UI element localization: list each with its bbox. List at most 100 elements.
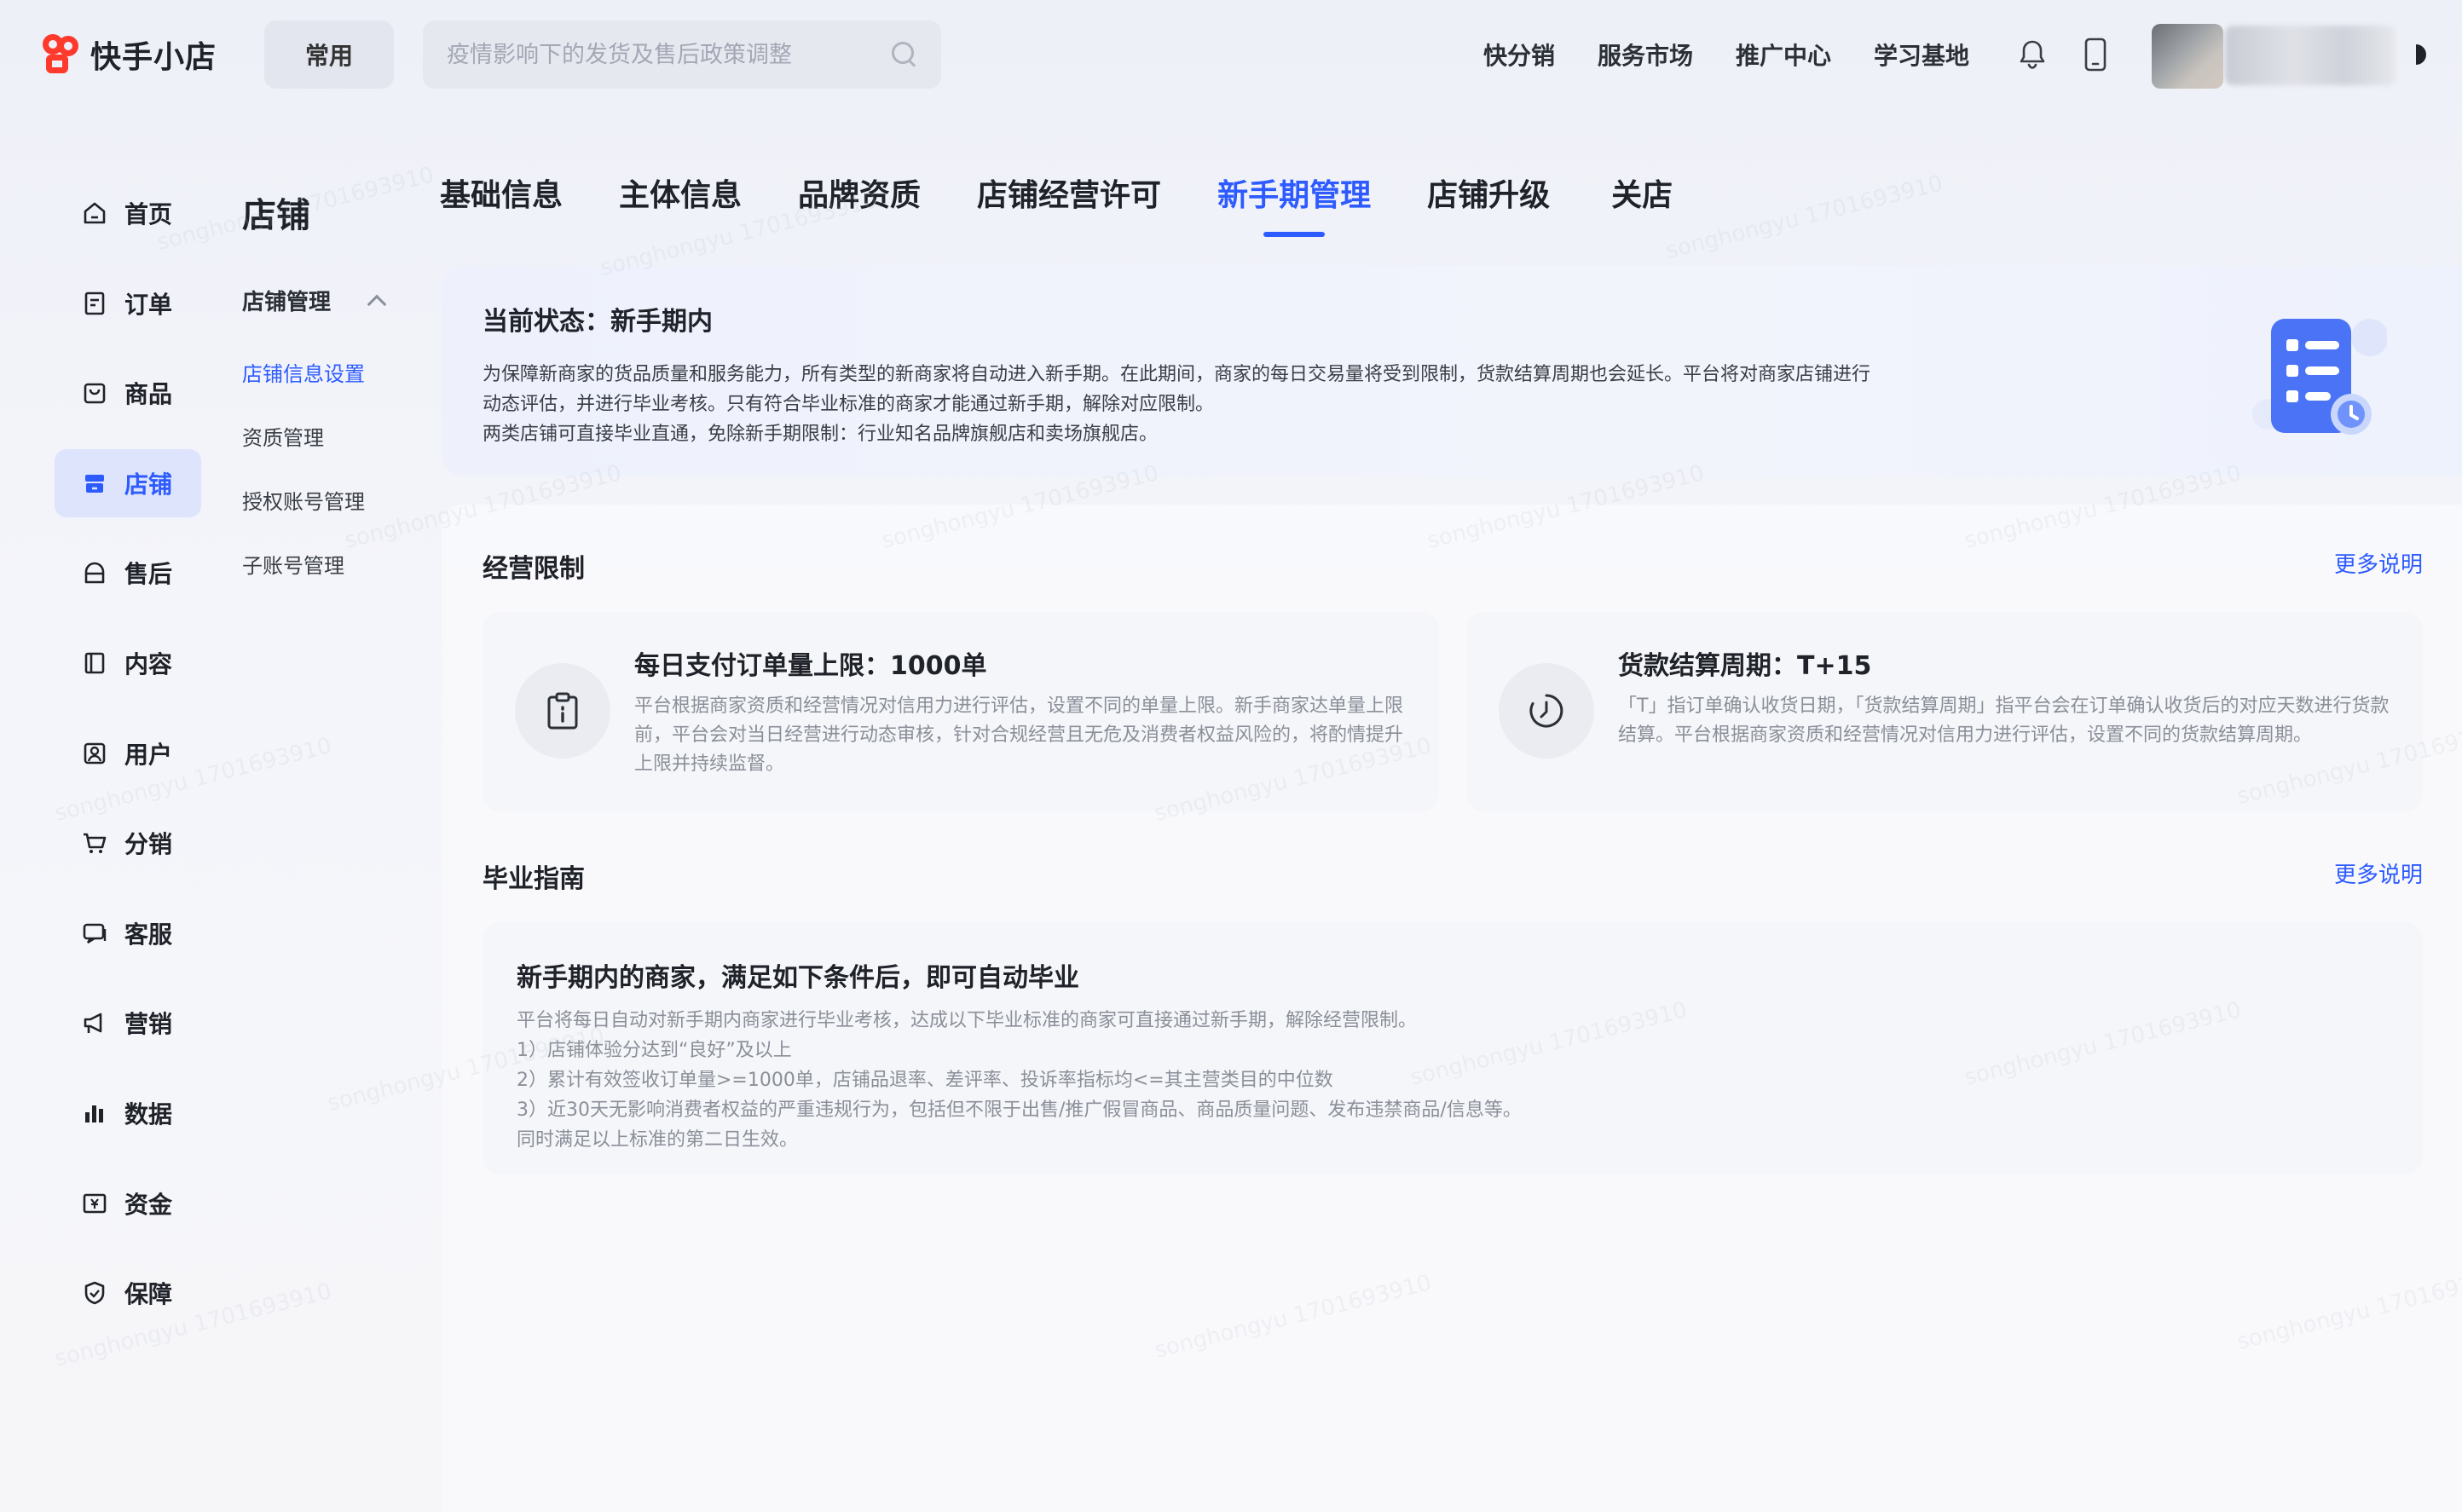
limit-title: 每日支付订单量上限：1000单 [634,651,987,681]
sidebar-item-store[interactable]: 店铺 [55,448,201,517]
limit-description: 「T」指订单确认收货日期，「货款结算周期」指平台会在订单确认收货后的对应天数进行… [1618,695,2390,746]
service-icon [83,923,107,944]
section-title: 毕业指南 [483,864,585,894]
chevron-up-icon [367,294,387,314]
sidebar-item-label: 内容 [124,649,173,678]
status-description: 为保障新商家的货品质量和服务能力，所有类型的新商家将自动进入新手期。在此期间，商… [483,360,2102,449]
guide-more-link[interactable]: 更多说明 [2334,857,2423,895]
sidebar-item-protection[interactable]: 保障 [55,1259,201,1327]
limits-more-link[interactable]: 更多说明 [2334,547,2423,585]
daily-order-limit-card: 每日支付订单量上限：1000单 平台根据商家资质和经营情况对信用力进行评估，设置… [483,612,1439,811]
subnav-item-store-info[interactable]: 店铺信息设置 [242,357,438,387]
tab-store-upgrade[interactable]: 店铺升级 [1427,170,1550,237]
limits-section-header: 经营限制 更多说明 [483,547,2423,585]
content-icon [84,652,105,674]
subnav-item-authorized-accounts[interactable]: 授权账号管理 [242,485,438,515]
order-icon [84,291,105,315]
logo-text: 快手小店 [90,40,217,75]
clock-icon [1529,694,1563,728]
search-icon[interactable] [892,42,917,67]
sidebar-item-home[interactable]: 首页 [55,179,201,247]
search-box[interactable] [423,20,941,89]
topnav-service-market[interactable]: 服务市场 [1598,38,1693,72]
store-icon [85,474,104,493]
sidebar-item-content[interactable]: 内容 [55,629,201,697]
tab-entity-info[interactable]: 主体信息 [619,170,742,237]
limit-icon-wrap [515,663,610,759]
home-icon [84,202,106,224]
document-clock-illustration-icon [2252,319,2387,435]
sidebar-item-label: 分销 [124,830,173,859]
cart-icon [84,833,107,854]
topnav-kuaifenxiao[interactable]: 快分销 [1483,38,1555,72]
after-sale-icon [84,563,105,584]
tab-brand-qualification[interactable]: 品牌资质 [798,170,921,237]
subnav-item-sub-accounts[interactable]: 子账号管理 [242,549,438,579]
guide-line: 2）累计有效签收订单量>=1000单，店铺品退率、差评率、投诉率指标均<=其主营… [517,1070,1333,1091]
sidebar-item-label: 首页 [124,200,173,228]
main-panel: 经营限制 更多说明 每日支付订单量上限：1000单 平台根据商家资质和经营情况对… [442,505,2462,1512]
half-moon-icon[interactable] [2409,43,2430,66]
sidebar-item-funds[interactable]: 资金 [55,1169,201,1238]
status-title: 当前状态：新手期内 [483,307,713,337]
sidebar-item-marketing[interactable]: 营销 [55,989,201,1057]
shield-icon [84,1281,105,1305]
tab-novice-period[interactable]: 新手期管理 [1217,170,1371,237]
tab-basic-info[interactable]: 基础信息 [440,170,563,237]
bar-chart-icon [85,1105,103,1122]
guide-line: 1）店铺体验分达到“良好”及以上 [517,1040,792,1061]
settlement-cycle-card: 货款结算周期：T+15 「T」指订单确认收货日期，「货款结算周期」指平台会在订单… [1466,612,2423,811]
sidebar-item-orders[interactable]: 订单 [55,269,201,338]
subnav-group-store-management[interactable]: 店铺管理 [242,285,387,316]
username-blurred[interactable] [2225,26,2396,85]
sidebar-item-label: 客服 [124,920,173,949]
sidebar-item-products[interactable]: 商品 [55,359,201,427]
clipboard-icon [547,692,578,730]
sidebar-item-label: 店铺 [124,470,173,499]
tab-bar: 基础信息 主体信息 品牌资质 店铺经营许可 新手期管理 店铺升级 关店 [440,170,1673,237]
sidebar-item-label: 用户 [124,740,173,769]
sidebar-item-label: 营销 [124,1010,173,1039]
sidebar-item-customer-service[interactable]: 客服 [55,899,201,967]
sidebar-item-label: 订单 [124,290,173,319]
sidebar-item-label: 商品 [124,380,173,409]
subnav-group-label: 店铺管理 [242,290,332,315]
bell-icon[interactable] [2019,39,2046,70]
subnav-title: 店铺 [242,196,310,235]
graduation-guide-card: 新手期内的商家，满足如下条件后，即可自动毕业 平台将每日自动对新手期内商家进行毕… [483,922,2423,1174]
sidebar-item-label: 保障 [124,1280,173,1309]
guide-line: 同时满足以上标准的第二日生效。 [517,1129,799,1151]
status-card: 当前状态：新手期内 为保障新商家的货品质量和服务能力，所有类型的新商家将自动进入… [442,266,2462,476]
megaphone-icon [84,1013,102,1034]
watermark: songhongyu 1701693910 [1663,170,1946,264]
subnav-item-qualification[interactable]: 资质管理 [242,421,438,451]
top-bar: 快手小店 常用 快分销 服务市场 推广中心 学习基地 [0,0,2462,111]
product-icon [84,383,106,404]
search-input[interactable] [447,41,892,68]
sub-nav: 店铺 店铺管理 店铺信息设置 资质管理 授权账号管理 子账号管理 [242,188,438,613]
sidebar-item-users[interactable]: 用户 [55,719,201,788]
topnav-promotion-center[interactable]: 推广中心 [1736,38,1831,72]
common-button[interactable]: 常用 [264,20,394,89]
logo[interactable]: 快手小店 [43,32,217,77]
sidebar-item-label: 数据 [124,1099,173,1128]
guide-line: 3）近30天无影响消费者权益的严重违规行为，包括但不限于出售/推广假冒商品、商品… [517,1099,1522,1121]
sidebar-item-data[interactable]: 数据 [55,1079,201,1147]
sidebar-item-label: 资金 [124,1190,173,1219]
limit-icon-wrap [1499,663,1594,759]
sidebar-item-distribution[interactable]: 分销 [55,809,201,877]
sidebar-item-label: 售后 [124,560,173,589]
tab-close-store[interactable]: 关店 [1611,170,1673,237]
section-title: 经营限制 [483,554,585,584]
avatar[interactable] [2152,24,2223,89]
status-line: 为保障新商家的货品质量和服务能力，所有类型的新商家将自动进入新手期。在此期间，商… [483,364,1871,385]
sidebar: 首页 订单 商品 店铺 售后 内容 用户 分销 客服 营销 数据 资金 保障 [55,179,201,1349]
topnav-learning-base[interactable]: 学习基地 [1874,38,1969,72]
guide-line: 平台将每日自动对新手期内商家进行毕业考核，达成以下毕业标准的商家可直接通过新手期… [517,1010,1418,1031]
phone-icon[interactable] [2083,38,2107,72]
guide-section-header: 毕业指南 更多说明 [483,857,2423,895]
sidebar-item-after-sales[interactable]: 售后 [55,539,201,607]
top-nav: 快分销 服务市场 推广中心 学习基地 [1483,38,1969,72]
tab-business-license[interactable]: 店铺经营许可 [977,170,1161,237]
guide-card-title: 新手期内的商家，满足如下条件后，即可自动毕业 [517,963,1079,993]
